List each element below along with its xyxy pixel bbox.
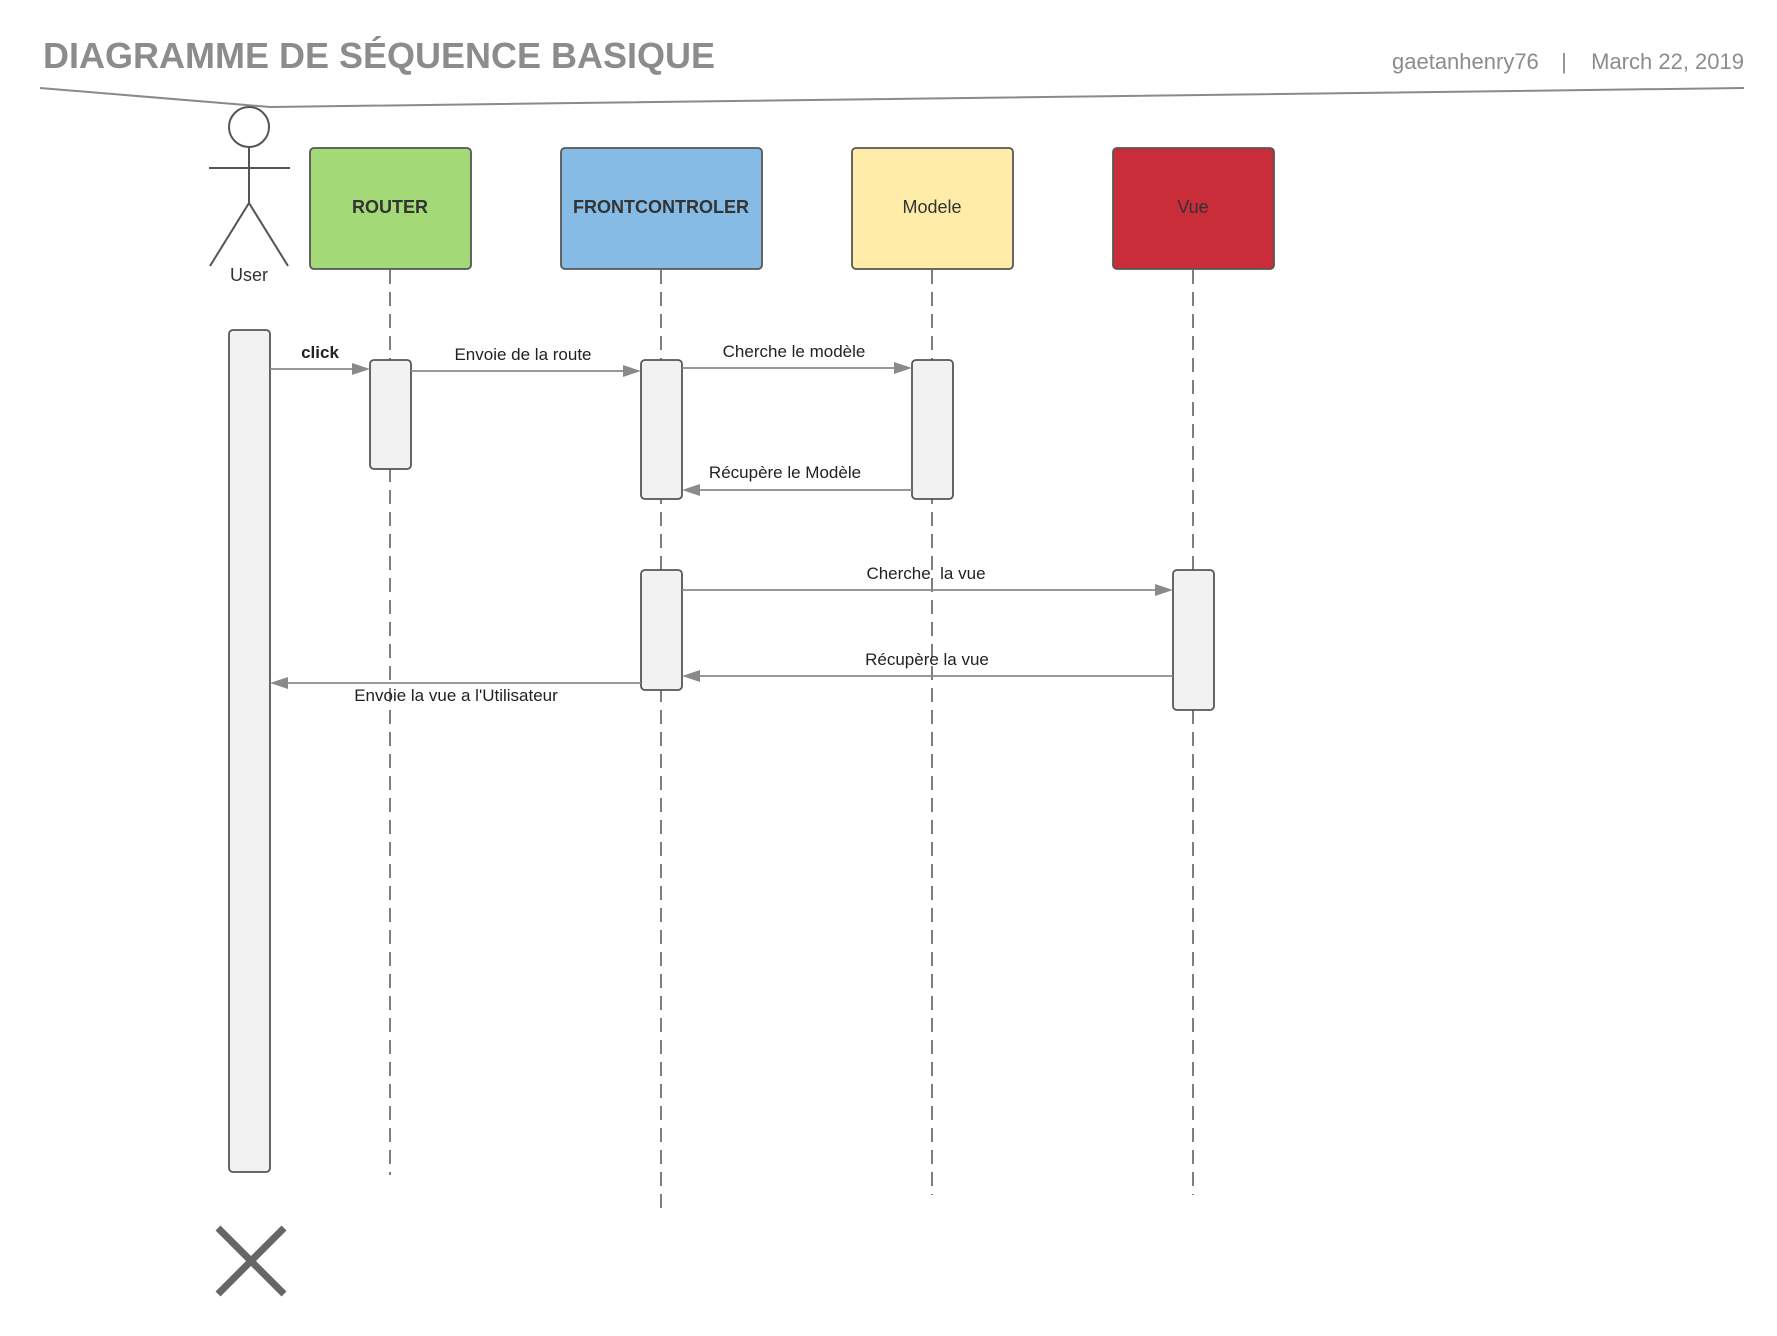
activation-router	[369, 359, 412, 470]
author-name: gaetanhenry76	[1392, 49, 1539, 74]
header-underline	[39, 87, 1745, 109]
message-click-label: click	[301, 343, 339, 362]
message-click: click	[270, 343, 370, 375]
participant-router: ROUTER	[309, 147, 472, 270]
participant-frontcontroler-label: FRONTCONTROLER	[573, 197, 749, 217]
activation-user	[228, 329, 271, 1173]
message-cherche-modele-label: Cherche le modèle	[723, 342, 866, 361]
actor-user: User	[209, 106, 290, 285]
participant-frontcontroler: FRONTCONTROLER	[560, 147, 763, 270]
page-title: DIAGRAMME DE SÉQUENCE BASIQUE	[43, 35, 715, 76]
sequence-diagram: DIAGRAMME DE SÉQUENCE BASIQUE gaetanhenr…	[39, 35, 1745, 1297]
activation-frontcontroler-1	[640, 359, 683, 500]
message-cherche-vue-label: Cherche la vue	[866, 564, 985, 583]
header-date: March 22, 2019	[1591, 49, 1744, 74]
actor-left-leg	[209, 202, 250, 267]
message-recupere-modele: Récupère le Modèle	[682, 463, 912, 496]
message-envoie-route-arrowhead	[623, 365, 641, 377]
message-recupere-modele-label: Récupère le Modèle	[709, 463, 861, 482]
participant-modele-label: Modele	[902, 197, 961, 217]
activation-modele	[911, 359, 954, 500]
activation-vue	[1172, 569, 1215, 711]
message-envoie-route-label: Envoie de la route	[454, 345, 591, 364]
message-cherche-modele: Cherche le modèle	[682, 342, 912, 374]
actor-label: User	[230, 265, 268, 285]
message-envoie-vue-utilisateur-arrowhead	[270, 677, 288, 689]
message-envoie-vue-utilisateur: Envoie la vue a l'Utilisateur	[270, 677, 641, 705]
message-click-arrowhead	[352, 363, 370, 375]
activation-frontcontroler-2	[640, 569, 683, 691]
participant-router-label: ROUTER	[352, 197, 428, 217]
participant-vue-label: Vue	[1177, 197, 1208, 217]
message-envoie-route: Envoie de la route	[411, 345, 641, 377]
header-separator: |	[1561, 49, 1567, 74]
message-recupere-vue: Récupère la vue	[682, 650, 1173, 682]
message-envoie-vue-utilisateur-label: Envoie la vue a l'Utilisateur	[354, 686, 558, 705]
message-cherche-modele-arrowhead	[894, 362, 912, 374]
actor-head	[228, 106, 270, 148]
participant-vue: Vue	[1112, 147, 1275, 270]
participant-modele: Modele	[851, 147, 1014, 270]
message-recupere-vue-label: Récupère la vue	[865, 650, 989, 669]
message-cherche-vue: Cherche la vue	[682, 564, 1173, 596]
message-cherche-vue-arrowhead	[1155, 584, 1173, 596]
message-recupere-vue-arrowhead	[682, 670, 700, 682]
message-recupere-modele-arrowhead	[682, 484, 700, 496]
destroy-x-icon	[215, 1225, 287, 1297]
actor-right-leg	[248, 202, 289, 267]
